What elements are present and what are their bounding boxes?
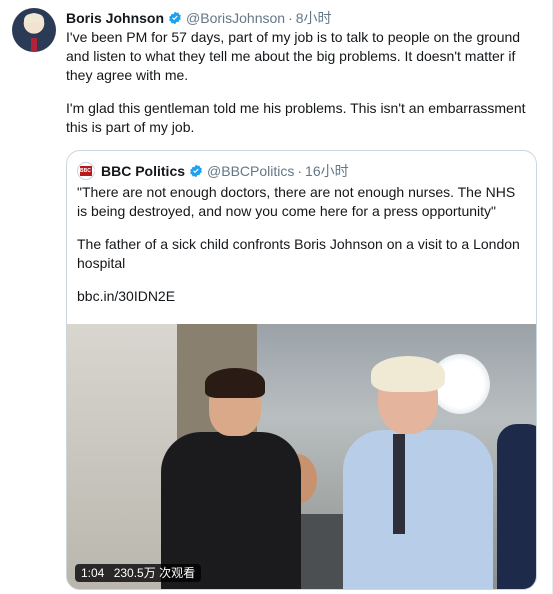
video-duration: 1:04 bbox=[81, 566, 105, 580]
quoted-tweet-header: BBC NEWS BBC Politics @BBCPolitics · 16小… bbox=[77, 161, 349, 181]
verified-badge-icon bbox=[190, 164, 202, 178]
quoted-author-name: BBC Politics bbox=[101, 163, 186, 179]
tweet-timestamp[interactable]: 8小时 bbox=[296, 8, 332, 28]
quoted-link[interactable]: bbc.in/30IDN2E bbox=[77, 287, 527, 306]
tweet-paragraph: I've been PM for 57 days, part of my job… bbox=[66, 29, 521, 83]
video-view-count: 230.5万 次观看 bbox=[113, 566, 196, 580]
quoted-author-avatar: BBC NEWS bbox=[77, 162, 108, 180]
tweet-paragraph: I'm glad this gentleman told me his prob… bbox=[66, 100, 526, 135]
video-player[interactable]: 1:04 230.5万 次观看 bbox=[67, 324, 536, 589]
verified-badge-icon bbox=[169, 11, 181, 25]
video-stats-badge: 1:04 230.5万 次观看 bbox=[75, 564, 202, 582]
quoted-paragraph: The father of a sick child confronts Bor… bbox=[77, 236, 520, 271]
author-avatar[interactable] bbox=[12, 8, 56, 52]
author-handle[interactable]: @BorisJohnson bbox=[186, 10, 285, 26]
quoted-tweet-timestamp: 16小时 bbox=[305, 163, 349, 179]
quoted-tweet-text: "There are not enough doctors, there are… bbox=[77, 183, 527, 320]
tweet-text: I've been PM for 57 days, part of my job… bbox=[66, 28, 536, 151]
quoted-avatar-text: BBC NEWS bbox=[80, 166, 108, 176]
separator-dot: · bbox=[288, 10, 293, 26]
author-name[interactable]: Boris Johnson bbox=[66, 10, 164, 26]
separator-dot: · bbox=[297, 163, 303, 179]
quoted-tweet[interactable]: BBC NEWS BBC Politics @BBCPolitics · 16小… bbox=[66, 150, 537, 590]
quoted-paragraph: "There are not enough doctors, there are… bbox=[77, 184, 516, 219]
quoted-author-handle: @BBCPolitics bbox=[207, 163, 295, 179]
tweet[interactable]: Boris Johnson @BorisJohnson · 8小时 I've b… bbox=[0, 0, 553, 594]
tweet-header: Boris Johnson @BorisJohnson · 8小时 bbox=[66, 8, 332, 28]
